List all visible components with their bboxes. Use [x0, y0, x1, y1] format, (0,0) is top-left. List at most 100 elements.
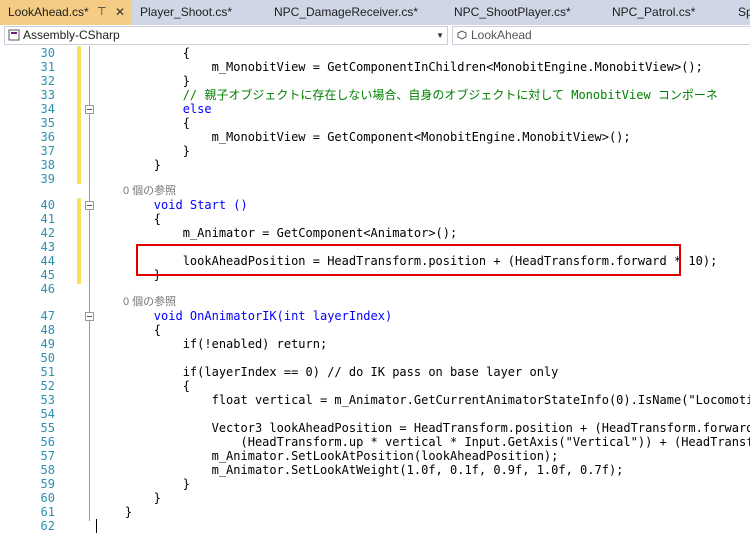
codelens[interactable]: 0 個の参照	[0, 295, 750, 309]
line-number: 57	[40, 449, 55, 463]
line-number: 55	[40, 421, 55, 435]
tab-npc-shootplayer[interactable]: NPC_ShootPlayer.cs*	[446, 0, 604, 25]
code-line: 48 {	[0, 323, 750, 337]
line-number: 33	[40, 88, 55, 102]
code-text: m_MonobitView = GetComponent<MonobitEngi…	[96, 130, 631, 144]
line-number: 44	[40, 254, 55, 268]
code-text: }	[96, 144, 190, 158]
code-line: 31 m_MonobitView = GetComponentInChildre…	[0, 60, 750, 74]
line-number: 32	[40, 74, 55, 88]
code-line: 59 }	[0, 477, 750, 491]
code-text: }	[96, 477, 190, 491]
code-line: 51 if(layerIndex == 0) // do IK pass on …	[0, 365, 750, 379]
line-number: 62	[40, 519, 55, 533]
navigation-bar: Assembly-CSharp ▼ LookAhead	[0, 25, 750, 47]
line-number: 42	[40, 226, 55, 240]
code-line: 41 {	[0, 212, 750, 226]
code-line: 34 else	[0, 102, 750, 116]
code-line: 53 float vertical = m_Animator.GetCurren…	[0, 393, 750, 407]
tab-label: NPC_DamageReceiver.cs*	[274, 5, 419, 19]
code-line: 55 Vector3 lookAheadPosition = HeadTrans…	[0, 421, 750, 435]
code-text: else	[96, 102, 212, 116]
code-text: {	[96, 323, 162, 337]
line-number: 50	[40, 351, 55, 365]
line-number: 40	[40, 198, 55, 212]
chevron-down-icon: ▼	[436, 31, 444, 40]
csharp-project-icon	[8, 29, 20, 41]
tab-label: Player_Shoot.cs*	[140, 5, 233, 19]
code-text: }	[96, 505, 133, 519]
tab-label: NPC_ShootPlayer.cs*	[454, 5, 571, 19]
line-number: 52	[40, 379, 55, 393]
code-comment: // 親子オブジェクトに存在しない場合、自身のオブジェクトに対して Monobi…	[96, 88, 718, 102]
code-line: 35 {	[0, 116, 750, 130]
line-number: 31	[40, 60, 55, 74]
line-number: 49	[40, 337, 55, 351]
tab-player-shoot[interactable]: Player_Shoot.cs*	[132, 0, 266, 25]
tab-bar: LookAhead.cs* ⊤ ✕ Player_Shoot.cs* NPC_D…	[0, 0, 750, 25]
pin-icon[interactable]: ⊤	[97, 0, 107, 25]
tab-label: LookAhead.cs*	[8, 5, 89, 19]
code-text: }	[96, 491, 162, 505]
line-number: 41	[40, 212, 55, 226]
code-line: 57 m_Animator.SetLookAtPosition(lookAhea…	[0, 449, 750, 463]
line-number: 34	[40, 102, 55, 116]
code-line: 61 }	[0, 505, 750, 519]
code-text: m_Animator.SetLookAtWeight(1.0f, 0.1f, 0…	[96, 463, 624, 477]
highlight-box	[136, 244, 681, 276]
text-cursor	[96, 519, 97, 533]
line-number: 39	[40, 172, 55, 186]
line-number: 43	[40, 240, 55, 254]
tab-label: NPC_Patrol.cs*	[612, 5, 696, 19]
code-line: 49 if(!enabled) return;	[0, 337, 750, 351]
line-number: 58	[40, 463, 55, 477]
close-icon[interactable]: ✕	[115, 0, 125, 25]
project-dropdown[interactable]: Assembly-CSharp ▼	[4, 26, 448, 45]
code-text: (HeadTransform.up * vertical * Input.Get…	[96, 435, 750, 449]
line-number: 53	[40, 393, 55, 407]
code-text: Vector3 lookAheadPosition = HeadTransfor…	[96, 421, 750, 435]
code-line: 60 }	[0, 491, 750, 505]
code-line: 33 // 親子オブジェクトに存在しない場合、自身のオブジェクトに対して Mon…	[0, 88, 750, 102]
tab-npc-damagereceiver[interactable]: NPC_DamageReceiver.cs*	[266, 0, 446, 25]
code-line: 52 {	[0, 379, 750, 393]
code-text: {	[96, 212, 162, 226]
line-number: 30	[40, 46, 55, 60]
tab-overflow[interactable]: Sp	[732, 0, 750, 25]
code-text: if(!enabled) return;	[96, 337, 328, 351]
code-line: 58 m_Animator.SetLookAtWeight(1.0f, 0.1f…	[0, 463, 750, 477]
code-text: {	[96, 116, 190, 130]
code-line: 32 }	[0, 74, 750, 88]
code-editor[interactable]: 0 個の参照 0 個の参照 30 { 31 m_MonobitView = Ge…	[0, 46, 750, 546]
codelens-references[interactable]: 0 個の参照	[123, 184, 176, 198]
codelens-references[interactable]: 0 個の参照	[123, 295, 176, 309]
tab-npc-patrol[interactable]: NPC_Patrol.cs*	[604, 0, 732, 25]
codelens[interactable]: 0 個の参照	[0, 184, 750, 198]
line-number: 51	[40, 365, 55, 379]
member-name: LookAhead	[471, 28, 532, 42]
line-number: 61	[40, 505, 55, 519]
line-number: 60	[40, 491, 55, 505]
code-text: void Start ()	[96, 198, 248, 212]
code-line: 30 {	[0, 46, 750, 60]
project-name: Assembly-CSharp	[23, 28, 120, 42]
code-line: 47 void OnAnimatorIK(int layerIndex)	[0, 309, 750, 323]
code-line: 56 (HeadTransform.up * vertical * Input.…	[0, 435, 750, 449]
code-text: }	[96, 158, 162, 172]
code-line: 39	[0, 172, 750, 186]
tab-lookahead[interactable]: LookAhead.cs* ⊤ ✕	[0, 0, 132, 25]
code-text: m_Animator = GetComponent<Animator>();	[96, 226, 458, 240]
code-line: 54	[0, 407, 750, 421]
member-dropdown[interactable]: LookAhead	[452, 26, 750, 45]
code-line: 42 m_Animator = GetComponent<Animator>()…	[0, 226, 750, 240]
line-number: 54	[40, 407, 55, 421]
line-number: 37	[40, 144, 55, 158]
code-line: 38 }	[0, 158, 750, 172]
code-line: 46	[0, 282, 750, 296]
code-text: {	[96, 46, 190, 60]
line-number: 47	[40, 309, 55, 323]
class-icon	[457, 30, 467, 40]
line-number: 59	[40, 477, 55, 491]
code-text: float vertical = m_Animator.GetCurrentAn…	[96, 393, 750, 407]
code-text: {	[96, 379, 190, 393]
